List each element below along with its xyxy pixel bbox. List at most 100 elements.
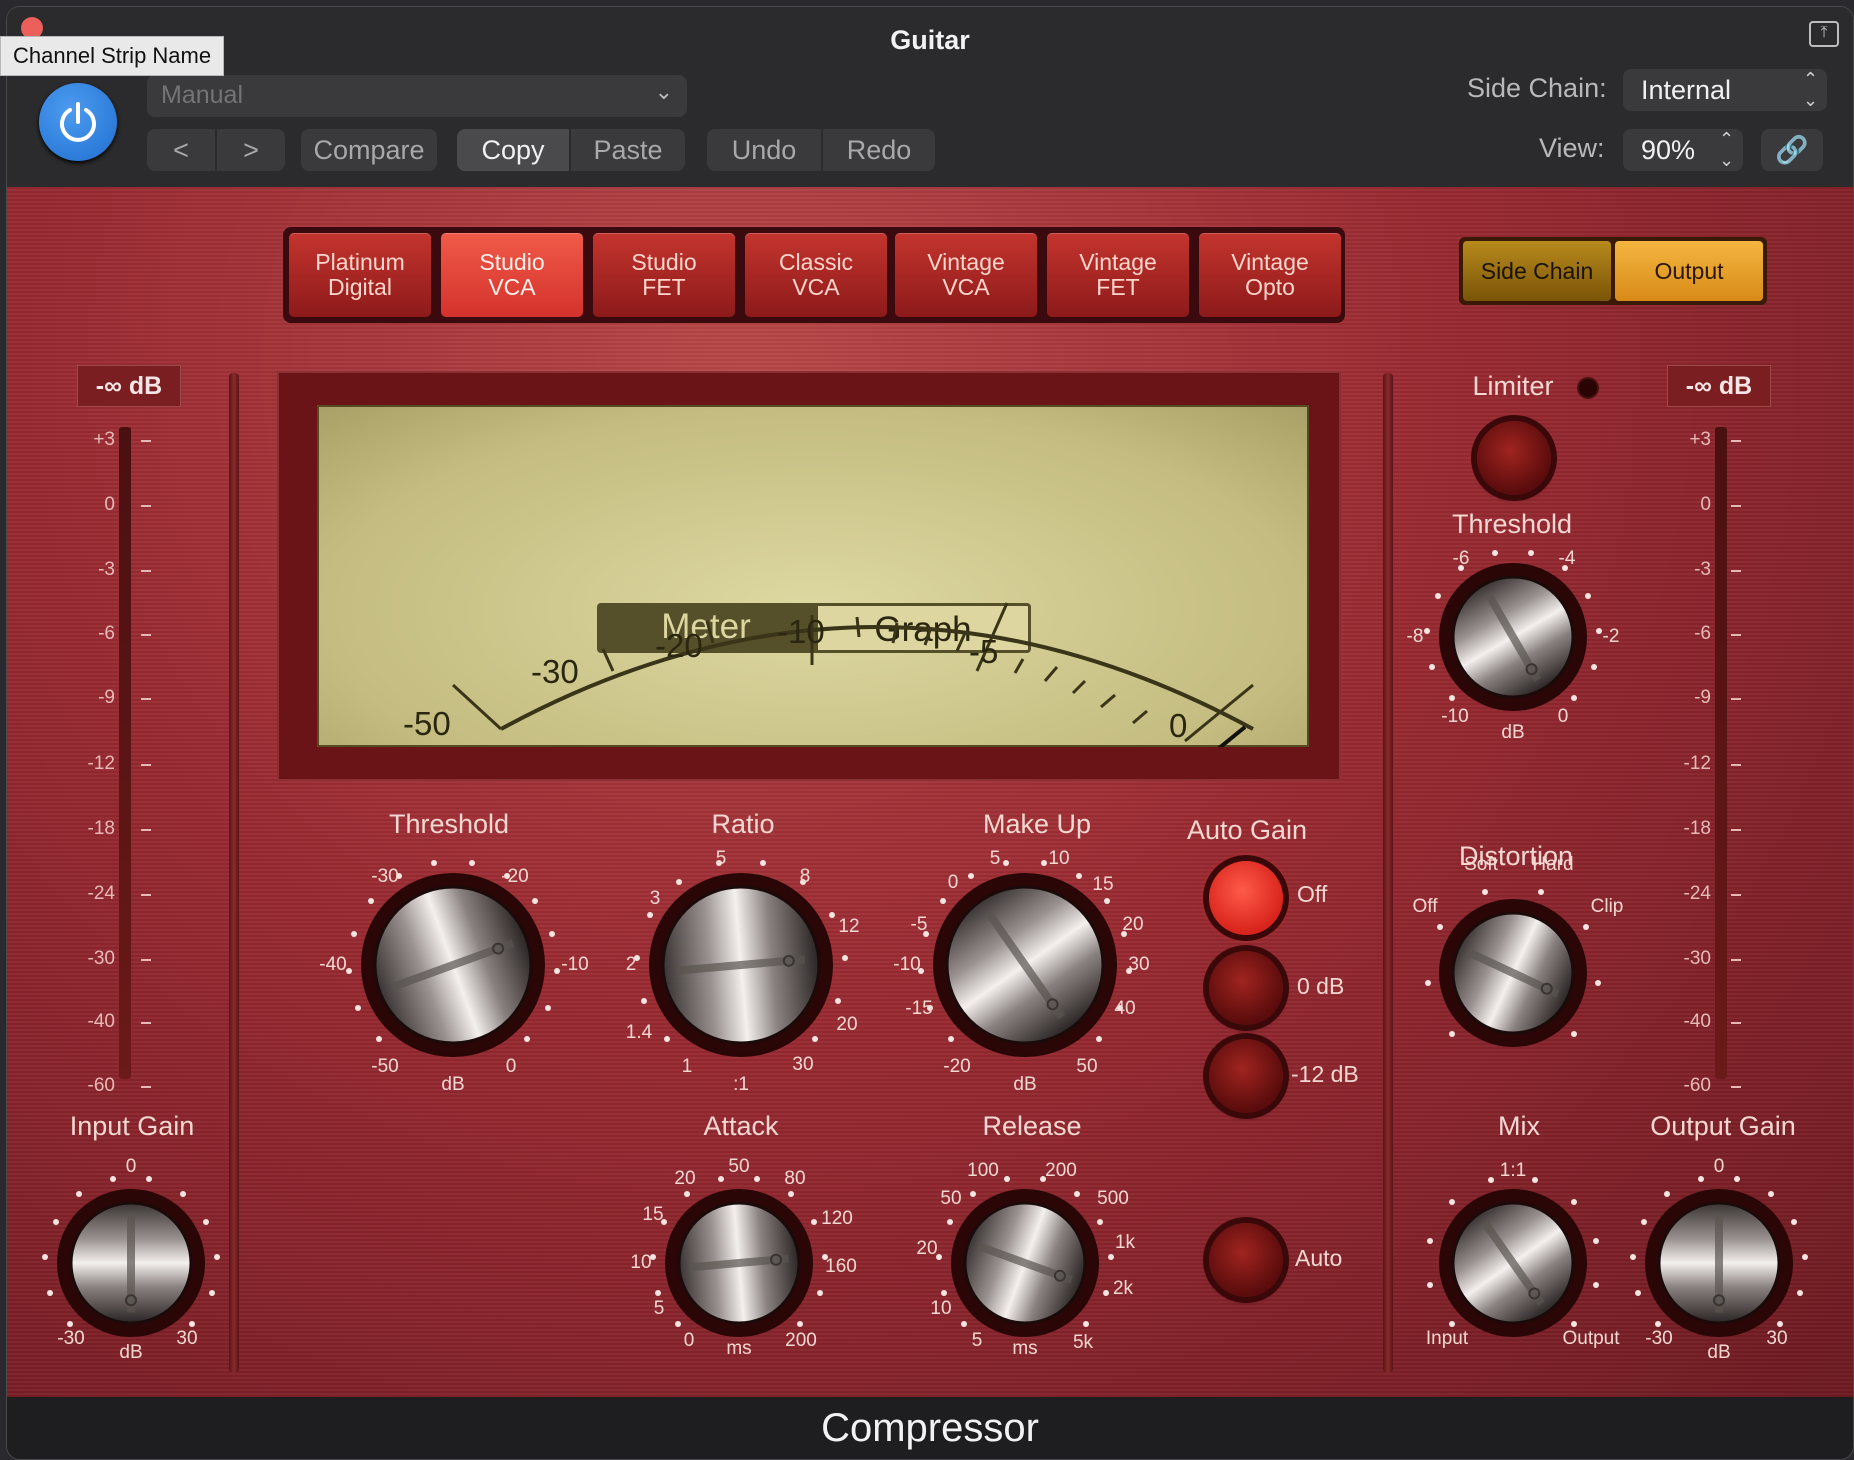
output-scale-label: -40 bbox=[1683, 1011, 1711, 1032]
side-chain-tab[interactable]: Side Chain bbox=[1463, 241, 1611, 301]
mix-knob-tick-dot bbox=[1570, 1199, 1577, 1206]
threshold-tick-label: -10 bbox=[561, 954, 589, 975]
power-icon bbox=[60, 102, 96, 142]
next-preset-button[interactable]: > bbox=[217, 129, 285, 171]
auto-gain-0db-button[interactable] bbox=[1209, 951, 1283, 1025]
output-gain-knob-tick-dot bbox=[1655, 1320, 1662, 1327]
release-tick-label: 500 bbox=[1097, 1188, 1129, 1209]
output-gain-knob-tick-dot bbox=[1791, 1218, 1798, 1225]
output-scale-tick bbox=[1731, 1086, 1741, 1088]
circuit-tab[interactable]: Vintage Opto bbox=[1199, 233, 1341, 317]
output-gain-label: Output Gain bbox=[1650, 1111, 1796, 1141]
expand-icon[interactable]: ⤒ bbox=[1809, 21, 1839, 47]
redo-button[interactable]: Redo bbox=[823, 129, 935, 171]
limiter-label: Limiter bbox=[1472, 371, 1554, 401]
limiter-tick-label: -6 bbox=[1452, 548, 1470, 569]
input-scale-label: -18 bbox=[87, 818, 115, 839]
makeup-tick-label: 0 bbox=[947, 872, 959, 893]
input-gain-knob[interactable] bbox=[69, 1201, 193, 1325]
release-knob-tick-dot bbox=[1107, 1253, 1114, 1260]
input-gain-tick-label: 30 bbox=[176, 1328, 198, 1349]
release-unit: ms bbox=[1012, 1338, 1038, 1359]
release-knob[interactable] bbox=[963, 1201, 1087, 1325]
output-gain-knob-tick-dot bbox=[1630, 1253, 1637, 1260]
circuit-tab[interactable]: Vintage VCA bbox=[895, 233, 1037, 317]
release-auto-button[interactable] bbox=[1209, 1223, 1283, 1297]
output-tab[interactable]: Output bbox=[1615, 241, 1763, 301]
input-scale-tick bbox=[141, 829, 151, 831]
previous-preset-button[interactable]: < bbox=[147, 129, 215, 171]
limiter-toggle[interactable] bbox=[1477, 421, 1551, 495]
auto-gain-minus12-button[interactable] bbox=[1209, 1039, 1283, 1113]
output-level-meter bbox=[1715, 427, 1727, 1079]
makeup-tick-label: -15 bbox=[905, 998, 933, 1019]
output-gain-knob-tick-dot bbox=[1776, 1320, 1783, 1327]
attack-tick-label: 15 bbox=[642, 1204, 664, 1225]
input-scale-tick bbox=[141, 1022, 151, 1024]
circuit-tab-line2: Opto bbox=[1245, 274, 1295, 300]
mix-knob-tick-dot bbox=[1449, 1320, 1456, 1327]
plugin-window-root: Guitar ⤒ Manual ⌄ < > Compare Copy Paste … bbox=[0, 0, 1854, 1460]
limiter-threshold-knob-tick-dot bbox=[1528, 549, 1535, 556]
threshold-knob[interactable] bbox=[373, 885, 533, 1045]
output-gain-knob[interactable] bbox=[1657, 1201, 1781, 1325]
output-gain-knob-tick-dot bbox=[1767, 1191, 1774, 1198]
release-knob-tick-dot bbox=[1097, 1218, 1104, 1225]
circuit-tab-line2: FET bbox=[642, 274, 686, 300]
auto-gain-off-button[interactable] bbox=[1209, 861, 1283, 935]
input-scale-label: +3 bbox=[93, 429, 115, 450]
circuit-tab[interactable]: Platinum Digital bbox=[289, 233, 431, 317]
ratio-tick-label: 1.4 bbox=[625, 1022, 653, 1043]
attack-knob[interactable] bbox=[677, 1201, 801, 1325]
chevron-down-icon: ⌄ bbox=[654, 79, 673, 104]
distortion-knob-tick-dot bbox=[1449, 1030, 1456, 1037]
circuit-tab[interactable]: Classic VCA bbox=[745, 233, 887, 317]
input-gain-knob-tick-dot bbox=[47, 1290, 54, 1297]
limiter-threshold-knob-tick-dot bbox=[1491, 549, 1498, 556]
limiter-threshold-knob-tick-dot bbox=[1449, 694, 1456, 701]
power-button[interactable] bbox=[39, 83, 117, 161]
link-button[interactable]: 🔗 bbox=[1761, 129, 1823, 171]
undo-button[interactable]: Undo bbox=[707, 129, 821, 171]
ratio-knob[interactable] bbox=[661, 885, 821, 1045]
output-scale-label: 0 bbox=[1700, 494, 1711, 515]
input-scale-tick bbox=[141, 634, 151, 636]
input-gain-tick-label: -30 bbox=[57, 1328, 85, 1349]
preset-dropdown[interactable]: Manual ⌄ bbox=[147, 75, 687, 117]
makeup-tick-label: 40 bbox=[1114, 998, 1136, 1019]
output-scale-tick bbox=[1731, 764, 1741, 766]
mix-knob[interactable] bbox=[1451, 1201, 1575, 1325]
makeup-knob[interactable] bbox=[945, 885, 1105, 1045]
output-gain-tick-label: -30 bbox=[1645, 1328, 1673, 1349]
attack-knob-tick-dot bbox=[816, 1290, 823, 1297]
output-gain-knob-tick-dot bbox=[1796, 1290, 1803, 1297]
output-scale-label: +3 bbox=[1689, 429, 1711, 450]
view-zoom-select[interactable]: 90% ⌃ ⌄ bbox=[1623, 129, 1743, 171]
compare-button[interactable]: Compare bbox=[301, 129, 437, 171]
attack-knob-tick-dot bbox=[787, 1191, 794, 1198]
side-chain-select[interactable]: Internal ⌃ ⌄ bbox=[1623, 69, 1827, 111]
vu-label: -30 bbox=[531, 653, 579, 690]
makeup-knob-tick-dot bbox=[1095, 1035, 1102, 1042]
makeup-tick-label: 50 bbox=[1076, 1056, 1098, 1077]
ratio-tick-label: 8 bbox=[799, 866, 811, 887]
input-scale-label: 0 bbox=[104, 494, 115, 515]
distortion-knob[interactable] bbox=[1451, 911, 1575, 1035]
side-chain-value: Internal bbox=[1641, 75, 1732, 105]
attack-label: Attack bbox=[703, 1111, 779, 1141]
circuit-tab[interactable]: Studio FET bbox=[593, 233, 735, 317]
paste-button[interactable]: Paste bbox=[571, 129, 685, 171]
vu-label: 0 bbox=[1169, 707, 1188, 744]
limiter-threshold-label: Threshold bbox=[1451, 509, 1573, 539]
copy-button[interactable]: Copy bbox=[457, 129, 569, 171]
input-gain-knob-tick-dot bbox=[208, 1290, 215, 1297]
vu-label: -10 bbox=[777, 613, 825, 650]
circuit-tab[interactable]: Vintage FET bbox=[1047, 233, 1189, 317]
attack-tick-label: 200 bbox=[785, 1330, 817, 1351]
output-scale-tick bbox=[1731, 829, 1741, 831]
limiter-threshold-knob[interactable] bbox=[1451, 575, 1575, 699]
circuit-tab[interactable]: Studio VCA bbox=[441, 233, 583, 317]
output-scale-label: -3 bbox=[1694, 559, 1711, 580]
limiter-tick-label: -10 bbox=[1441, 706, 1469, 727]
release-knob-tick-dot bbox=[1082, 1320, 1089, 1327]
